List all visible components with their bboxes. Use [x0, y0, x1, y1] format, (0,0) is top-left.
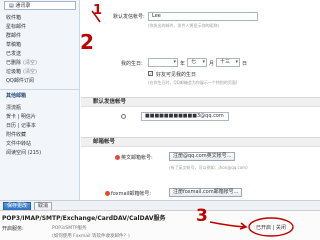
birth-day-select[interactable]: 十三: [216, 58, 240, 67]
qq-icon: [115, 155, 120, 160]
year-suffix: 年: [180, 61, 186, 67]
birthday-visible-label: 好友可见我的生日: [156, 72, 197, 78]
sidebar-item-subscriptions[interactable]: QQ邮件订阅: [0, 77, 80, 86]
settings-footer: 保存更改 取消: [0, 200, 320, 211]
foxmail-account-label: foxmail邮箱帐号:: [111, 191, 152, 197]
service-name: POP3/SMTP服务: [52, 226, 87, 231]
default-sender-email: ■■■■■■■■■■■3@qq.com: [141, 112, 229, 121]
birthday-hint: (在你生日时，QQ邮箱会为你展示一个特别的页面): [148, 80, 238, 85]
birthday-label: 我的生日:: [121, 61, 143, 67]
sidebar-item-cards[interactable]: 贺卡 | 明信片: [0, 113, 80, 122]
account-hint: (你发出的邮件，发件人将显示你的昵称): [148, 23, 220, 28]
sidebar-item-deleted[interactable]: 已删除 (清空): [0, 59, 80, 68]
month-suffix: 月: [209, 61, 215, 67]
sidebar-other-mailboxes[interactable]: 其他邮箱: [0, 92, 80, 101]
sidebar-item-sent[interactable]: 已发送: [0, 50, 80, 59]
sidebar-divider: [0, 89, 80, 90]
sidebar-item-file-transfer[interactable]: 文件中转站: [0, 140, 80, 149]
sidebar: ▤ 通讯录 收件箱 星标邮件 群邮件 草稿箱 已发送 已删除 (清空) 垃圾箱 (清…: [0, 0, 80, 200]
annotation-step-2: 2: [80, 30, 94, 54]
annotation-step-3: 3: [196, 206, 208, 226]
default-sender-section: 默认发信帐号: [81, 97, 320, 107]
sidebar-item-reading[interactable]: 阅读空间 (215): [0, 149, 80, 158]
service-help-link[interactable]: (如何使用 Foxmail 等软件收发邮件？): [52, 233, 130, 239]
sidebar-item-drafts[interactable]: 草稿箱: [0, 41, 80, 50]
english-account-hint: (有了英文帐号，可以例如：jhon@qq.com): [169, 165, 248, 170]
sidebar-item-spam[interactable]: 垃圾箱 (清空): [0, 68, 80, 77]
sidebar-item-bottle[interactable]: 漂流瓶: [0, 104, 80, 113]
email-account-section: 邮箱帐号: [81, 137, 320, 147]
sidebar-item-calendar[interactable]: 日历 | 记事本: [0, 122, 80, 131]
day-suffix: 日: [242, 61, 248, 67]
birth-year-select[interactable]: [148, 58, 178, 67]
sidebar-item-starred[interactable]: 星标邮件: [0, 23, 80, 32]
empty-deleted-link[interactable]: (清空): [23, 60, 37, 66]
settings-panel: 默认发信帐号: Lee (你发出的邮件，发件人将显示你的昵称) 我的生日: 年 …: [81, 0, 320, 200]
register-foxmail-button[interactable]: 注册foxmail.com邮箱帐号...: [169, 188, 243, 197]
sidebar-item-group[interactable]: 群邮件: [0, 32, 80, 41]
services-panel: POP3/IMAP/SMTP/Exchange/CardDAV/CalDAV服务…: [0, 210, 320, 240]
annotation-step-1: 1: [93, 3, 103, 18]
sidebar-item-inbox[interactable]: 收件箱: [0, 14, 80, 23]
default-sender-radio[interactable]: [121, 114, 126, 119]
birth-month-select[interactable]: 七: [187, 58, 207, 67]
account-label: 默认发信帐号:: [113, 14, 145, 20]
email-prefix-redacted: ■■■■■■■■■■■: [145, 113, 197, 119]
account-nickname-input[interactable]: Lee: [148, 12, 258, 21]
service-label: 开启服务:: [2, 226, 24, 232]
foxmail-icon: [105, 191, 110, 196]
sidebar-item-attachments[interactable]: 附件收藏: [0, 131, 80, 140]
empty-spam-link[interactable]: (清空): [23, 69, 37, 75]
birthday-visible-checkbox[interactable]: ✓: [148, 71, 153, 76]
service-status-toggle[interactable]: 已开启 | 关闭: [256, 224, 286, 231]
register-english-account-button[interactable]: 注册@qq.com英文帐号...: [169, 152, 236, 161]
english-account-label: 英文邮箱帐号:: [121, 155, 153, 161]
address-book-button[interactable]: ▤ 通讯录: [4, 1, 76, 10]
services-title: POP3/IMAP/SMTP/Exchange/CardDAV/CalDAV服务: [2, 215, 166, 222]
